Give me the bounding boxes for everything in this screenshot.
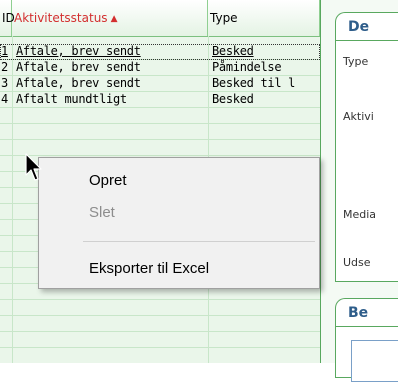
row-id-cell: 4	[1, 92, 8, 106]
row-type-cell: Besked til l	[212, 76, 296, 90]
field-label-type: Type	[343, 55, 369, 68]
empty-row	[0, 124, 320, 140]
column-header-aktivitetsstatus-label: Aktivitetsstatus	[14, 11, 108, 25]
empty-row	[0, 348, 320, 363]
column-header-type-label: Type	[210, 11, 238, 25]
column-header-type[interactable]: Type	[208, 0, 320, 36]
table-row[interactable]: 4 Aftalt mundtligt Besked	[0, 92, 320, 108]
row-type-cell: Besked	[212, 92, 254, 106]
field-label-udsendelse: Udse	[343, 256, 371, 269]
field-label-media: Media	[343, 208, 377, 221]
column-header-aktivitetsstatus[interactable]: Aktivitetsstatus ▲	[12, 0, 208, 36]
empty-row	[0, 316, 320, 332]
menu-item-slet: Slet	[89, 204, 115, 221]
column-header-id[interactable]: ID	[0, 0, 15, 36]
field-label-aktivitet: Aktivi	[343, 110, 374, 123]
grid-header: ID Aktivitetsstatus ▲ Type	[0, 0, 320, 37]
row-status-cell: Aftale, brev sendt	[16, 76, 141, 90]
detail-panel: De Type Aktivi Media Udse Be	[321, 0, 398, 382]
table-row[interactable]: 2 Aftale, brev sendt Påmindelse	[0, 60, 320, 76]
sort-ascending-icon: ▲	[110, 14, 118, 24]
empty-row	[0, 300, 320, 316]
table-row[interactable]: 1 Aftale, brev sendt Besked	[0, 44, 320, 60]
row-status-cell: Aftalt mundtligt	[16, 92, 127, 106]
empty-row	[0, 140, 320, 156]
menu-separator	[83, 241, 315, 242]
empty-row	[0, 332, 320, 348]
context-menu: Opret Slet Eksporter til Excel	[38, 157, 320, 289]
detail-group-box	[335, 40, 398, 282]
row-type-cell: Påmindelse	[212, 60, 282, 74]
row-type-cell: Besked	[212, 44, 254, 58]
row-id-cell: 3	[1, 76, 8, 90]
table-row[interactable]: 3 Aftale, brev sendt Besked til l	[0, 76, 320, 92]
menu-item-opret[interactable]: Opret	[39, 167, 319, 195]
row-id-cell: 1	[1, 44, 8, 58]
tab-beskrivelse[interactable]: Be	[335, 298, 398, 326]
row-id-cell: 2	[1, 60, 8, 74]
mouse-pointer-icon	[25, 153, 42, 181]
empty-row	[0, 108, 320, 124]
tab-details[interactable]: De	[335, 12, 398, 40]
description-textarea[interactable]	[351, 340, 398, 382]
menu-item-eksporter-til-excel[interactable]: Eksporter til Excel	[39, 255, 319, 283]
row-status-cell: Aftale, brev sendt	[16, 44, 141, 58]
row-status-cell: Aftale, brev sendt	[16, 60, 141, 74]
